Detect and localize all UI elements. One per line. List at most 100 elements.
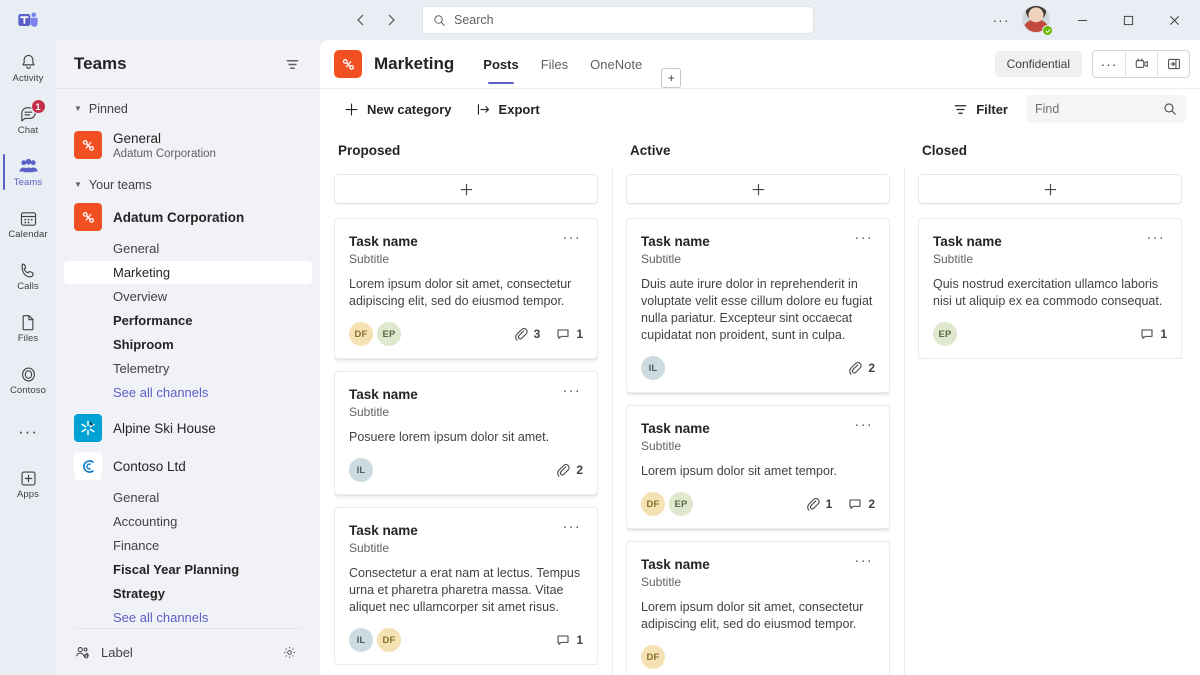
- comment-count: 1: [556, 633, 583, 647]
- channel-more-icon[interactable]: ···: [1093, 51, 1125, 77]
- card-menu-icon[interactable]: ···: [852, 417, 875, 432]
- add-card-button[interactable]: [334, 174, 598, 204]
- avatar[interactable]: IL: [641, 356, 665, 380]
- filter-icon[interactable]: [278, 50, 306, 78]
- card-subtitle: Subtitle: [349, 541, 390, 555]
- column-title: Proposed: [338, 143, 401, 158]
- avatar[interactable]: IL: [349, 628, 373, 652]
- attachment-count: 3: [514, 327, 540, 341]
- group-your-teams[interactable]: ▼ Your teams: [56, 173, 320, 197]
- tab-posts[interactable]: Posts: [472, 40, 529, 88]
- card-avatars: IL: [349, 458, 373, 482]
- titlebar-more-icon[interactable]: ···: [986, 5, 1016, 35]
- task-card[interactable]: Task name ··· Subtitle Consectetur a era…: [334, 507, 598, 665]
- export-button[interactable]: Export: [468, 95, 548, 123]
- video-camera-icon[interactable]: [1125, 51, 1157, 77]
- tab-onenote[interactable]: OneNote: [579, 40, 653, 88]
- comment-count-value: 1: [1160, 327, 1167, 341]
- rail-item-calendar[interactable]: Calendar: [0, 200, 56, 248]
- task-card[interactable]: Task name ··· Subtitle Lorem ipsum dolor…: [334, 218, 598, 359]
- card-body: Consectetur a erat nam at lectus. Tempus…: [349, 566, 581, 614]
- rail-item-files[interactable]: Files: [0, 304, 56, 352]
- close-button[interactable]: [1152, 0, 1196, 40]
- find-input[interactable]: Find: [1026, 95, 1186, 123]
- task-card[interactable]: Task name ··· Subtitle Duis aute irure d…: [626, 218, 890, 393]
- minimize-button[interactable]: [1060, 0, 1104, 40]
- channel-shiproom[interactable]: Shiproom: [64, 333, 312, 356]
- team-alpine-ski-house[interactable]: Alpine Ski House: [64, 410, 312, 446]
- task-card[interactable]: Task name ··· Subtitle Lorem ipsum dolor…: [626, 405, 890, 529]
- forward-button[interactable]: [378, 7, 404, 33]
- channel-telemetry[interactable]: Telemetry: [64, 357, 312, 380]
- rail-item-apps[interactable]: Apps: [0, 460, 56, 508]
- avatar[interactable]: EP: [377, 322, 401, 346]
- add-card-button[interactable]: [626, 174, 890, 204]
- card-menu-icon[interactable]: ···: [852, 553, 875, 568]
- rail-more-button[interactable]: ···: [0, 408, 56, 456]
- avatar[interactable]: EP: [669, 492, 693, 516]
- card-menu-icon[interactable]: ···: [852, 230, 875, 245]
- channel-fiscal-year-planning[interactable]: Fiscal Year Planning: [64, 558, 312, 581]
- filter-icon: [953, 102, 968, 117]
- rail-item-label: Calls: [17, 281, 39, 292]
- channel-accounting[interactable]: Accounting: [64, 510, 312, 533]
- label-button[interactable]: Label: [74, 644, 133, 661]
- channel-label: Fiscal Year Planning: [113, 562, 240, 577]
- avatar[interactable]: DF: [349, 322, 373, 346]
- card-menu-icon[interactable]: ···: [560, 383, 583, 398]
- avatar[interactable]: EP: [933, 322, 957, 346]
- rail-item-calls[interactable]: Calls: [0, 252, 56, 300]
- see-all-channels-adatum[interactable]: See all channels: [64, 381, 312, 404]
- search-placeholder: Search: [454, 13, 494, 27]
- card-header: Task name ···: [641, 417, 875, 437]
- rail-item-chat[interactable]: 1 Chat: [0, 96, 56, 144]
- rail-item-contoso[interactable]: Contoso: [0, 356, 56, 404]
- channel-performance[interactable]: Performance: [64, 309, 312, 332]
- team-adatum-corporation[interactable]: Adatum Corporation: [64, 199, 312, 235]
- card-avatars: DF: [641, 645, 665, 669]
- card-footer: IL 2: [641, 356, 875, 380]
- add-card-button[interactable]: [918, 174, 1182, 204]
- avatar[interactable]: DF: [641, 492, 665, 516]
- presence-available-icon: [1042, 25, 1053, 36]
- channel-general[interactable]: General: [64, 237, 312, 260]
- avatar[interactable]: DF: [377, 628, 401, 652]
- back-button[interactable]: [348, 7, 374, 33]
- card-menu-icon[interactable]: ···: [560, 519, 583, 534]
- group-pinned[interactable]: ▼ Pinned: [56, 97, 320, 121]
- team-contoso-ltd[interactable]: Contoso Ltd: [64, 448, 312, 484]
- maximize-button[interactable]: [1106, 0, 1150, 40]
- rail-item-activity[interactable]: Activity: [0, 44, 56, 92]
- card-menu-icon[interactable]: ···: [1144, 230, 1167, 245]
- channel-header-actions: Confidential ···: [994, 50, 1190, 78]
- rail-item-label: Apps: [16, 489, 40, 500]
- see-all-channels-contoso[interactable]: See all channels: [64, 606, 312, 628]
- attachment-count-value: 2: [868, 361, 875, 375]
- new-category-button[interactable]: New category: [336, 95, 460, 123]
- channel-finance[interactable]: Finance: [64, 534, 312, 557]
- avatar[interactable]: IL: [349, 458, 373, 482]
- filter-button[interactable]: Filter: [945, 95, 1016, 123]
- search-input[interactable]: Search: [422, 6, 814, 34]
- task-card[interactable]: Task name ··· Subtitle Lorem ipsum dolor…: [626, 541, 890, 675]
- channel-overview[interactable]: Overview: [64, 285, 312, 308]
- status-badge[interactable]: Confidential: [994, 51, 1082, 77]
- task-card[interactable]: Task name ··· Subtitle Posuere lorem ips…: [334, 371, 598, 495]
- channel-strategy[interactable]: Strategy: [64, 582, 312, 605]
- comment-icon: [556, 633, 570, 647]
- rail-item-teams[interactable]: Teams: [0, 148, 56, 196]
- pinned-item-general[interactable]: General Adatum Corporation: [64, 123, 312, 167]
- channel-marketing[interactable]: Marketing: [64, 261, 312, 284]
- card-menu-icon[interactable]: ···: [560, 230, 583, 245]
- add-tab-button[interactable]: +: [661, 68, 682, 88]
- card-body: Lorem ipsum dolor sit amet, consectetur …: [349, 277, 572, 308]
- app-rail: Activity 1 Chat Teams Calendar Calls Fil…: [0, 40, 56, 675]
- channel-contoso-general[interactable]: General: [64, 486, 312, 509]
- gear-icon[interactable]: [276, 639, 302, 665]
- avatar[interactable]: DF: [641, 645, 665, 669]
- card-avatars: DF EP: [349, 322, 401, 346]
- task-card[interactable]: Task name ··· Subtitle Quis nostrud exer…: [918, 218, 1182, 359]
- tab-files[interactable]: Files: [530, 40, 579, 88]
- avatar[interactable]: [1022, 5, 1053, 36]
- open-in-new-icon[interactable]: [1157, 51, 1189, 77]
